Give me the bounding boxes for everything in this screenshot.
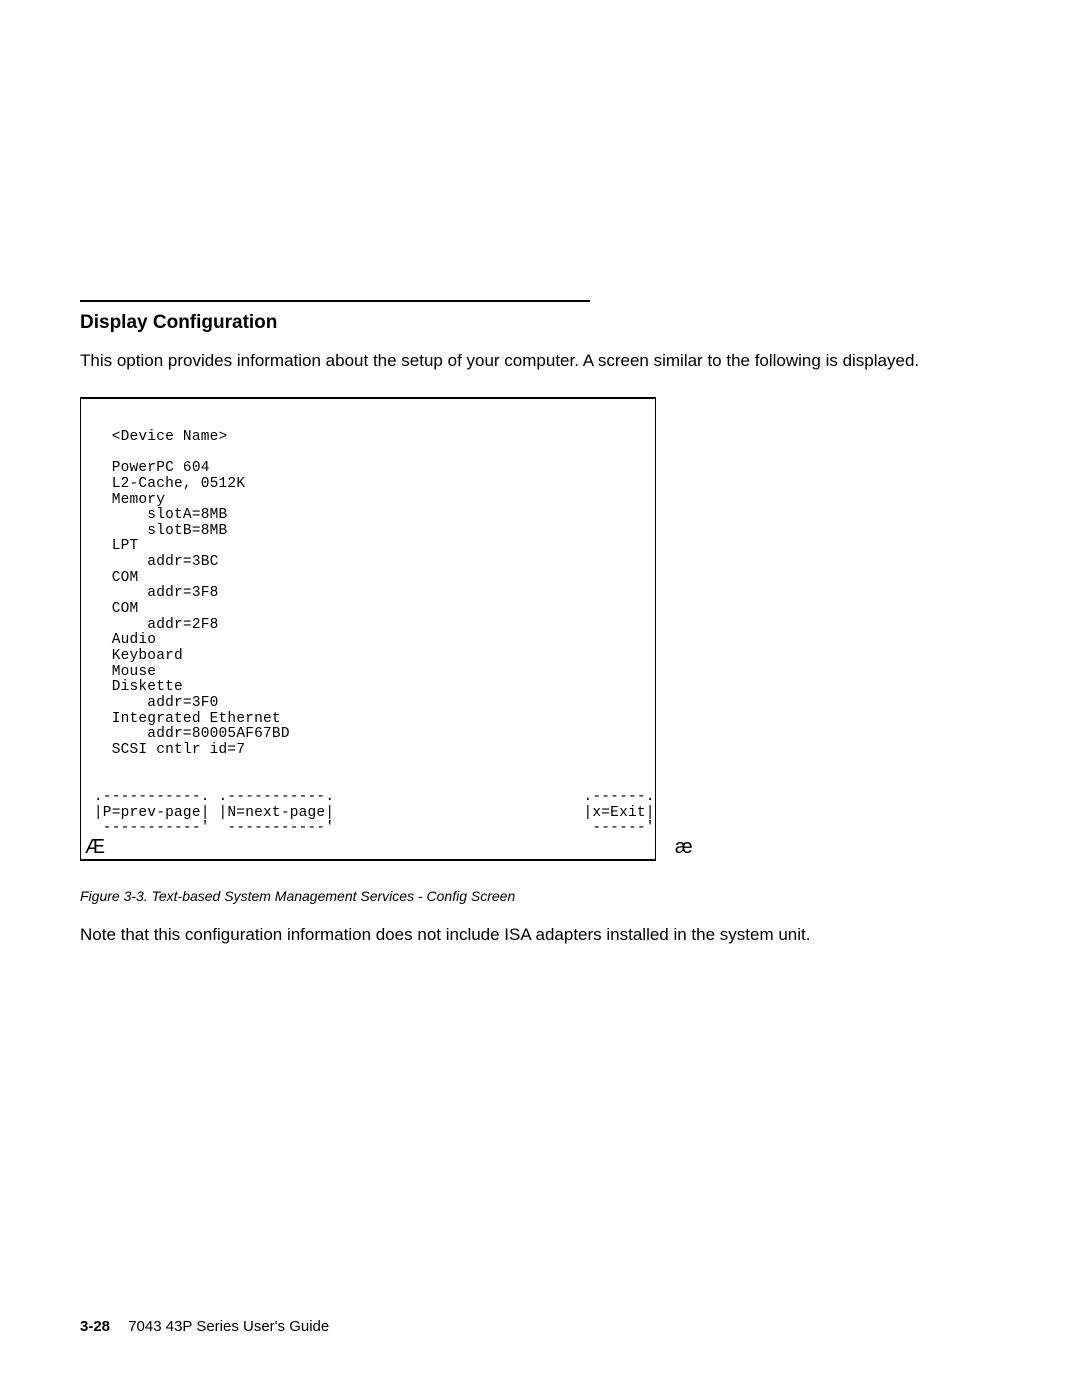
screen-line: Memory	[85, 492, 165, 508]
rule-top	[80, 300, 590, 302]
intro-paragraph: This option provides information about t…	[80, 350, 930, 373]
page: Display Configuration This option provid…	[0, 0, 1080, 1397]
frame-corner-right: æ	[675, 836, 693, 858]
screen-line: COM	[85, 601, 138, 617]
screen-line: Audio	[85, 632, 156, 648]
screen-line: PowerPC 604	[85, 460, 210, 476]
page-footer: 3-28 7043 43P Series User's Guide	[80, 1317, 329, 1337]
screen-line: addr=3F8	[85, 585, 219, 601]
screen-line: COM	[85, 570, 138, 586]
screen-line: addr=80005AF67BD	[85, 726, 290, 742]
screen-line: slotB=8MB	[85, 523, 227, 539]
screen-line: <Device Name>	[85, 429, 227, 445]
config-screen-figure: <Device Name> PowerPC 604 L2-Cache, 0512…	[80, 397, 990, 861]
frame-corner-left: Æ	[85, 836, 105, 858]
note-paragraph: Note that this configuration information…	[80, 924, 930, 947]
screen-line: Integrated Ethernet	[85, 711, 281, 727]
screen-line: addr=3BC	[85, 554, 219, 570]
screen-line: SCSI cntlr id=7	[85, 742, 245, 758]
screen-line: Keyboard	[85, 648, 183, 664]
screen-line: addr=2F8	[85, 617, 219, 633]
screen-line: Mouse	[85, 664, 156, 680]
section-heading: Display Configuration	[80, 310, 990, 336]
nav-row[interactable]: |P=prev-page| |N=next-page| |x=Exit|	[85, 805, 655, 821]
config-screen: <Device Name> PowerPC 604 L2-Cache, 0512…	[80, 397, 656, 861]
book-title: 7043 43P Series User's Guide	[128, 1318, 329, 1335]
screen-line: L2-Cache, 0512K	[85, 476, 245, 492]
page-number: 3-28	[80, 1318, 110, 1335]
nav-sep: -----------' -----------' ------'	[85, 820, 655, 836]
nav-sep: .-----------. .-----------. .------.	[85, 789, 655, 805]
screen-line: addr=3F0	[85, 695, 219, 711]
figure-caption: Figure 3-3. Text-based System Management…	[80, 887, 990, 906]
screen-line: slotA=8MB	[85, 507, 227, 523]
screen-line: LPT	[85, 538, 138, 554]
screen-line: Diskette	[85, 679, 183, 695]
